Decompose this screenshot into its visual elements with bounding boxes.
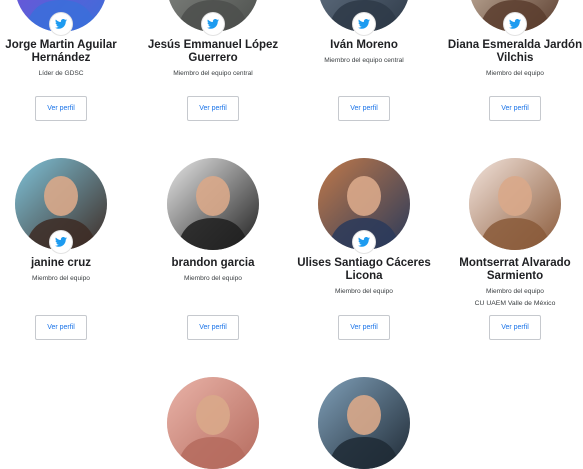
member-card bbox=[140, 377, 286, 469]
member-name: Jorge Martin Aguilar Hernández bbox=[5, 39, 117, 64]
member-card: Montserrat Alvarado Sarmiento Miembro del… bbox=[442, 158, 583, 308]
member-name: Montserrat Alvarado Sarmiento bbox=[459, 257, 571, 282]
member-name: brandon garcia bbox=[171, 257, 255, 269]
avatar-container bbox=[15, 0, 107, 35]
twitter-icon[interactable] bbox=[202, 13, 224, 35]
member-affiliation: CU UAEM Valle de México bbox=[474, 300, 556, 307]
member-name: Ulises Santiago Cáceres Licona bbox=[297, 257, 431, 282]
twitter-icon[interactable] bbox=[504, 13, 526, 35]
avatar-container bbox=[167, 158, 259, 250]
avatar bbox=[167, 377, 259, 469]
member-name: Iván Moreno bbox=[330, 39, 398, 51]
member-role: Miembro del equipo bbox=[335, 288, 393, 295]
member-role: Miembro del equipo central bbox=[173, 70, 253, 77]
member-role: Miembro del equipo bbox=[32, 275, 90, 282]
view-profile-button[interactable]: Ver perfil bbox=[338, 96, 390, 121]
member-card: brandon garcia Miembro del equipo bbox=[140, 158, 286, 283]
view-profile-button[interactable]: Ver perfil bbox=[489, 315, 541, 340]
member-name: Jesús Emmanuel López Guerrero bbox=[147, 39, 279, 64]
member-card bbox=[291, 377, 437, 469]
twitter-icon[interactable] bbox=[353, 13, 375, 35]
member-card: Ulises Santiago Cáceres Licona Miembro de… bbox=[291, 158, 437, 296]
view-profile-button[interactable]: Ver perfil bbox=[489, 96, 541, 121]
member-role: Miembro del equipo bbox=[486, 288, 544, 295]
avatar bbox=[469, 158, 561, 250]
twitter-icon[interactable] bbox=[353, 231, 375, 253]
avatar-container bbox=[318, 377, 410, 469]
avatar-container bbox=[469, 158, 561, 250]
member-role: Miembro del equipo central bbox=[324, 57, 404, 64]
view-profile-button[interactable]: Ver perfil bbox=[187, 315, 239, 340]
member-role: Miembro del equipo bbox=[486, 70, 544, 77]
member-card: Diana Esmeralda Jardón Vilchis Miembro de… bbox=[442, 0, 583, 78]
member-card: Jesús Emmanuel López Guerrero Miembro del… bbox=[140, 0, 286, 78]
member-card: janine cruz Miembro del equipo bbox=[0, 158, 134, 283]
twitter-icon[interactable] bbox=[50, 231, 72, 253]
member-name: Diana Esmeralda Jardón Vilchis bbox=[447, 39, 583, 64]
member-card: Iván Moreno Miembro del equipo central bbox=[291, 0, 437, 65]
avatar-container bbox=[15, 158, 107, 253]
avatar-container bbox=[318, 0, 410, 35]
view-profile-button[interactable]: Ver perfil bbox=[35, 315, 87, 340]
avatar-container bbox=[167, 377, 259, 469]
view-profile-button[interactable]: Ver perfil bbox=[35, 96, 87, 121]
avatar-container bbox=[167, 0, 259, 35]
member-role: Líder de GDSC bbox=[38, 70, 84, 77]
member-role: Miembro del equipo bbox=[184, 275, 242, 282]
view-profile-button[interactable]: Ver perfil bbox=[187, 96, 239, 121]
member-name: janine cruz bbox=[30, 257, 92, 269]
avatar-container bbox=[469, 0, 561, 35]
avatar-container bbox=[318, 158, 410, 253]
avatar bbox=[167, 158, 259, 250]
avatar bbox=[318, 377, 410, 469]
view-profile-button[interactable]: Ver perfil bbox=[338, 315, 390, 340]
twitter-icon[interactable] bbox=[50, 13, 72, 35]
member-card: Jorge Martin Aguilar Hernández Líder de G… bbox=[0, 0, 134, 78]
